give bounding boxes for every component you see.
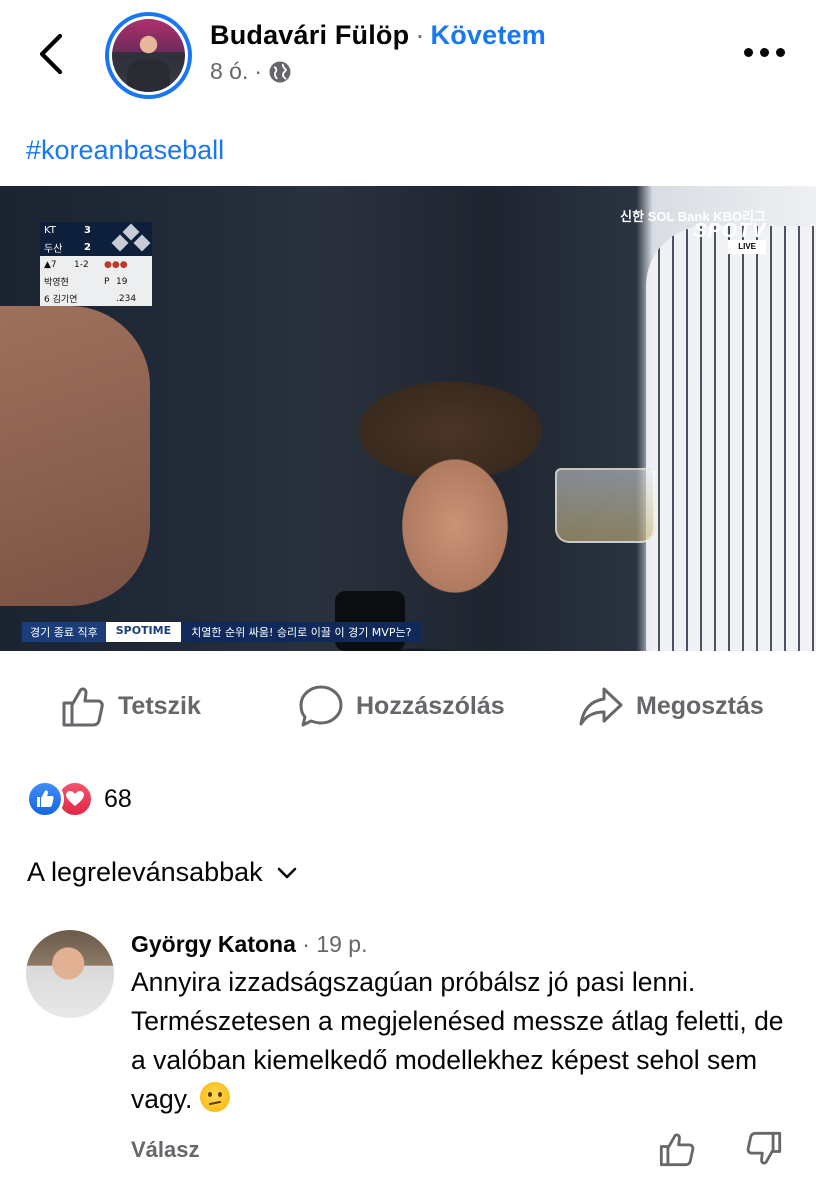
- confused-face-emoji-icon: [199, 1082, 230, 1112]
- avatar-image: [112, 19, 185, 92]
- post-meta: 8 ó. ·: [210, 58, 292, 85]
- broadcast-ticker: 경기 종료 직후 SPOTIME 치열한 순위 싸움! 승리로 이끌 이 경기 …: [22, 622, 422, 642]
- outs-indicator: ●●●: [104, 259, 128, 270]
- comment-button[interactable]: Hozzászólás: [298, 678, 505, 734]
- follow-button[interactable]: Követem: [431, 20, 546, 50]
- broadcast-logo: 신한 SOL Bank KBO리그 SPOTV LIVE: [620, 210, 766, 254]
- like-reaction-icon: [26, 780, 64, 818]
- ticker-brand: SPOTIME: [105, 622, 182, 642]
- comment-separator: ·: [302, 931, 310, 957]
- photo-cup: [555, 468, 655, 543]
- ticker-label: 경기 종료 직후: [22, 622, 106, 642]
- pitcher: 박영현: [44, 278, 69, 288]
- separator: ·: [415, 20, 425, 50]
- inning-row: ▲7 1-2 ●●●: [40, 256, 152, 273]
- commenter-avatar[interactable]: [26, 930, 114, 1018]
- heart-icon: [66, 791, 84, 806]
- pitch-label: P: [104, 276, 110, 287]
- comment-body: Annyira izzadságszagúan próbálsz jó pasi…: [131, 963, 791, 1119]
- thumbs-down-icon: [746, 1131, 782, 1165]
- dot: [775, 47, 785, 57]
- photo-striped-jersey: [646, 226, 816, 651]
- team-name: 두산: [44, 244, 63, 255]
- broadcast-scoreboard: KT 3 두산 2 ▲7 1-2 ●●● 박영현 P 19 6 김기연 .234: [40, 222, 152, 306]
- bases-diamond: [111, 223, 151, 254]
- thumbs-up-icon: [659, 1133, 695, 1167]
- batter-row: 6 김기연 .234: [40, 290, 152, 307]
- author-name[interactable]: Budavári Fülöp: [210, 20, 409, 50]
- live-badge: LIVE: [728, 240, 766, 254]
- batter: 6 김기연: [44, 295, 78, 305]
- commenter-name[interactable]: György Katona: [131, 931, 296, 957]
- team-name: KT: [44, 225, 56, 236]
- count: 1-2: [74, 259, 89, 270]
- author-line: Budavári Fülöp · Követem: [210, 20, 546, 51]
- comment-upvote-button[interactable]: [658, 1130, 696, 1173]
- reaction-summary[interactable]: 68: [26, 780, 132, 818]
- author-avatar[interactable]: [105, 12, 192, 99]
- pitcher-row: 박영현 P 19: [40, 273, 152, 290]
- sort-label: A legrelevánsabbak: [27, 857, 263, 887]
- like-label: Tetszik: [118, 691, 201, 720]
- dot: [759, 47, 769, 57]
- team-score: 3: [84, 225, 91, 236]
- globe-icon: [269, 61, 291, 82]
- post-header: Budavári Fülöp · Követem 8 ó. ·: [0, 0, 816, 130]
- comment-header: György Katona · 19 p.: [131, 931, 367, 958]
- meta-separator: ·: [254, 58, 263, 84]
- hashtag-link[interactable]: #koreanbaseball: [26, 135, 224, 166]
- share-arrow-icon: [579, 687, 623, 726]
- back-button[interactable]: [32, 30, 72, 78]
- comment-time[interactable]: 19 p.: [316, 931, 367, 957]
- team-score: 2: [84, 242, 91, 253]
- comment-downvote-button[interactable]: [745, 1130, 783, 1173]
- photo-phone: [335, 591, 405, 651]
- comment-sort-dropdown[interactable]: A legrelevánsabbak: [27, 857, 299, 888]
- share-label: Megosztás: [636, 691, 764, 720]
- share-button[interactable]: Megosztás: [578, 678, 764, 734]
- post-photo[interactable]: KT 3 두산 2 ▲7 1-2 ●●● 박영현 P 19 6 김기연 .234…: [0, 186, 816, 651]
- thumbs-up-icon: [37, 790, 54, 807]
- like-button[interactable]: Tetszik: [60, 678, 201, 734]
- comment-bubble-icon: [299, 685, 343, 727]
- batter-avg: .234: [116, 293, 137, 304]
- more-options-button[interactable]: [740, 38, 788, 66]
- comment-label: Hozzászólás: [356, 691, 505, 720]
- reply-button[interactable]: Válasz: [131, 1137, 200, 1163]
- thumbs-up-icon: [62, 687, 104, 727]
- photo-background-figure: [0, 306, 150, 606]
- first-base: [133, 234, 151, 252]
- ticker-text: 치열한 순위 싸움! 승리로 이끌 이 경기 MVP는?: [181, 622, 422, 642]
- post-actions: Tetszik Hozzászólás Megosztás: [0, 678, 816, 734]
- third-base: [111, 234, 129, 252]
- chevron-down-icon: [277, 867, 296, 878]
- pitch-count: 19: [116, 276, 128, 287]
- chevron-left-icon: [39, 33, 63, 75]
- network-logo: SPOTV: [693, 220, 766, 242]
- inning: ▲7: [44, 259, 57, 270]
- reaction-count: 68: [104, 784, 132, 813]
- dot: [743, 47, 753, 57]
- post-time[interactable]: 8 ó.: [210, 58, 248, 85]
